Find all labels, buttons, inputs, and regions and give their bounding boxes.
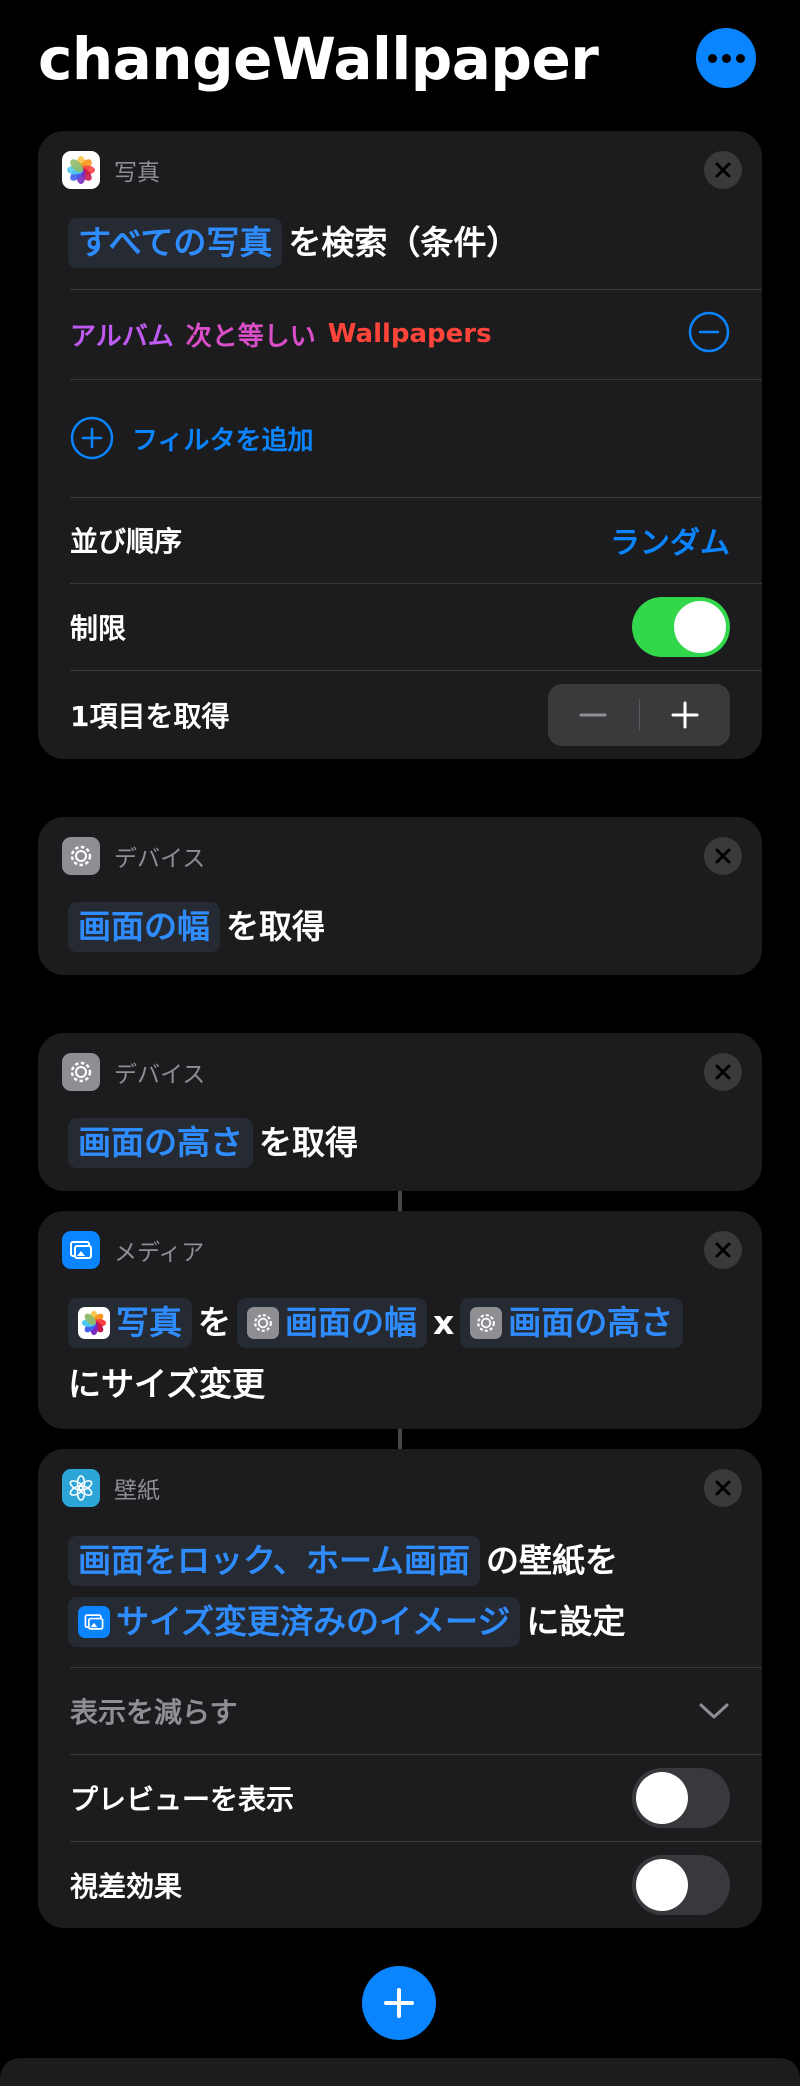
action-app-label: デバイス — [114, 1062, 206, 1088]
toggle-knob — [636, 1859, 688, 1911]
screen-width-token[interactable]: 画面の幅 — [68, 901, 220, 952]
action-app-label: 壁紙 — [114, 1478, 160, 1504]
remove-action-button[interactable] — [704, 1231, 742, 1269]
sort-row: 並び順序 ランダム — [38, 498, 762, 582]
parallax-label: 視差効果 — [70, 1870, 183, 1903]
phrase-text: を — [198, 1302, 231, 1342]
more-options-button[interactable] — [696, 28, 756, 88]
remove-filter-button[interactable] — [688, 311, 730, 357]
dot-icon — [735, 53, 745, 63]
phrase-text: を取得 — [226, 906, 325, 946]
phrase-text: の壁紙を — [486, 1540, 619, 1580]
set-wallpaper-action-card: 壁紙 画面をロック、ホーム画面 の壁紙を サイズ変更済みのイメージ に設定 表示を… — [38, 1449, 762, 1928]
plus-circle-icon — [70, 416, 114, 460]
gear-icon — [247, 1306, 279, 1339]
limit-label: 制限 — [70, 612, 127, 645]
gear-icon — [62, 837, 100, 875]
remove-action-button[interactable] — [704, 1469, 742, 1507]
action-phrase: 画面の高さ を取得 — [68, 1115, 732, 1169]
close-icon — [715, 1480, 731, 1496]
action-header: デバイス — [62, 837, 205, 875]
toggle-knob — [636, 1772, 688, 1824]
phrase-text: を取得 — [259, 1122, 358, 1162]
show-less-label: 表示を減らす — [70, 1696, 238, 1729]
preview-toggle[interactable] — [632, 1768, 730, 1828]
add-action-button[interactable] — [362, 1966, 436, 2040]
parallax-row: 視差効果 — [38, 1842, 762, 1928]
minus-icon — [579, 713, 607, 717]
remove-action-button[interactable] — [704, 1053, 742, 1091]
media-icon — [62, 1231, 100, 1269]
wallpaper-target-token[interactable]: 画面をロック、ホーム画面 — [68, 1535, 481, 1586]
show-less-button[interactable]: 表示を減らす — [38, 1668, 762, 1754]
sort-label: 並び順序 — [70, 525, 183, 558]
action-app-label: メディア — [114, 1240, 205, 1266]
media-icon — [78, 1606, 110, 1638]
screen-height-token[interactable]: 画面の高さ — [68, 1117, 253, 1168]
sort-value[interactable]: ランダム — [610, 518, 730, 562]
limit-row: 制限 — [38, 584, 762, 670]
phrase-text: を検索（条件） — [288, 222, 520, 262]
action-phrase: 画面の幅 を取得 — [68, 899, 732, 953]
page-title: changeWallpaper — [38, 25, 599, 93]
item-count-label: 1項目を取得 — [70, 700, 230, 733]
increment-button[interactable] — [640, 684, 731, 746]
get-screen-width-action-card: デバイス 画面の幅 を取得 — [38, 817, 762, 975]
action-phrase: 画面をロック、ホーム画面 の壁紙を サイズ変更済みのイメージ に設定 — [68, 1529, 732, 1652]
action-header: デバイス — [62, 1053, 205, 1091]
phrase-text: にサイズ変更 — [68, 1364, 266, 1403]
action-app-label: 写真 — [114, 160, 160, 186]
find-photos-action-card: 写真 すべての写真 を検索（条件） アルバム 次と等しい Wallpapers フ… — [38, 131, 762, 759]
wallpaper-icon — [62, 1469, 100, 1507]
preview-row: プレビューを表示 — [38, 1755, 762, 1841]
photos-icon — [78, 1306, 110, 1339]
phrase-text: x — [433, 1302, 455, 1342]
screen-width-variable-token[interactable]: 画面の幅 — [237, 1297, 427, 1348]
item-count-stepper — [548, 684, 730, 746]
add-filter-label: フィルタを追加 — [132, 425, 314, 456]
gear-icon — [62, 1053, 100, 1091]
action-phrase: すべての写真 を検索（条件） — [68, 215, 732, 269]
action-header: 壁紙 — [62, 1469, 160, 1507]
bottom-sheet-edge — [0, 2058, 800, 2086]
filter-row: アルバム 次と等しい Wallpapers — [38, 290, 762, 378]
minus-circle-icon — [688, 311, 730, 353]
close-icon — [715, 1242, 731, 1258]
filter-value[interactable]: Wallpapers — [328, 319, 492, 349]
action-phrase: 写真 を 画面の幅 x 画面の高さ にサイズ変更 — [68, 1291, 732, 1414]
photo-variable-token[interactable]: 写真 — [68, 1297, 192, 1348]
get-screen-height-action-card: デバイス 画面の高さ を取得 — [38, 1033, 762, 1191]
resized-image-variable-token[interactable]: サイズ変更済みのイメージ — [68, 1597, 521, 1647]
remove-action-button[interactable] — [704, 837, 742, 875]
action-connector — [398, 1429, 402, 1449]
close-icon — [715, 1064, 731, 1080]
dot-icon — [721, 53, 731, 63]
resize-image-action-card: メディア 写真 を 画面の幅 x 画面の高さ にサイズ変更 — [38, 1211, 762, 1429]
chevron-down-icon — [699, 1703, 729, 1719]
limit-toggle[interactable] — [632, 597, 730, 657]
remove-action-button[interactable] — [704, 151, 742, 189]
dot-icon — [707, 53, 717, 63]
close-icon — [715, 848, 731, 864]
gear-icon — [470, 1306, 503, 1339]
screen-height-variable-token[interactable]: 画面の高さ — [460, 1297, 684, 1348]
photos-icon — [62, 151, 100, 189]
action-connector — [398, 1191, 402, 1211]
parallax-toggle[interactable] — [632, 1855, 730, 1915]
action-app-label: デバイス — [114, 846, 206, 872]
decrement-button[interactable] — [548, 684, 639, 746]
add-filter-button[interactable]: フィルタを追加 — [38, 380, 762, 496]
plus-icon — [384, 1988, 414, 2018]
item-count-row: 1項目を取得 — [38, 671, 762, 759]
plus-icon — [671, 701, 699, 729]
action-header: 写真 — [62, 151, 160, 189]
close-icon — [715, 162, 731, 178]
action-header: メディア — [62, 1231, 204, 1269]
preview-label: プレビューを表示 — [70, 1783, 295, 1816]
photos-scope-token[interactable]: すべての写真 — [68, 217, 283, 268]
filter-operator[interactable]: 次と等しい — [186, 316, 316, 353]
phrase-text: に設定 — [526, 1602, 626, 1641]
filter-field[interactable]: アルバム — [70, 316, 174, 353]
toggle-knob — [674, 601, 726, 653]
